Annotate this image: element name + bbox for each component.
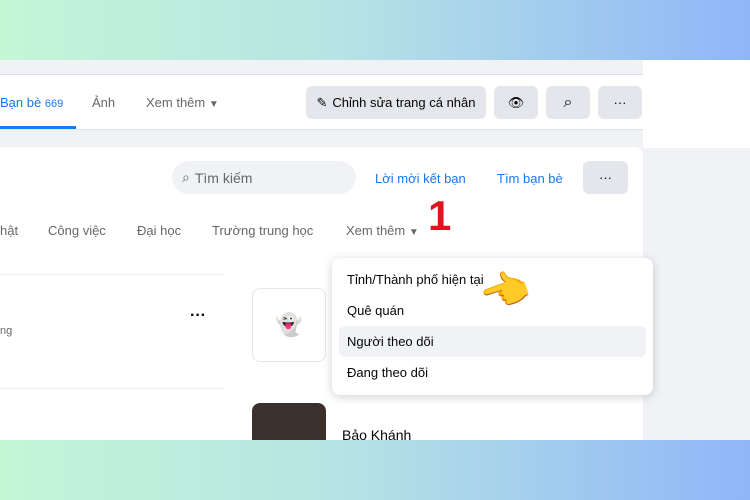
decorative-band-bottom [0,440,750,500]
tab-label: Bạn bè [0,95,42,110]
annotation-number: 1 [428,192,452,239]
caret-down-icon: ▼ [408,227,419,238]
eye-icon: 👁 [507,94,525,110]
tab-friends[interactable]: Bạn bè 669 [0,95,63,110]
decorative-band-top [0,0,750,60]
filter-tab[interactable]: Công việc [48,223,106,238]
profile-tab-bar: Bạn bè 669 Ảnh Xem thêm ▼ ✎ Chỉnh sửa tra… [0,74,643,130]
active-tab-indicator [0,126,76,129]
dropdown-item-followers[interactable]: Người theo dõi [339,326,646,357]
dropdown-item-following[interactable]: Đang theo dõi [339,357,646,388]
card-more-button[interactable]: ··· [583,161,628,194]
tab-more[interactable]: Xem thêm ▼ [146,95,219,110]
caret-down-icon: ▼ [208,99,219,110]
filter-label: Xem thêm [346,223,406,238]
more-options-button[interactable]: ··· [598,86,642,119]
filter-more[interactable]: Xem thêm ▼ [346,223,419,238]
filter-tab[interactable]: hật [0,223,18,238]
view-as-button[interactable]: 👁 [494,86,538,119]
tab-photos[interactable]: Ảnh [92,95,115,110]
friend-name[interactable]: Bảo Khánh [342,427,411,440]
more-icon: ··· [613,95,627,110]
search-placeholder: Tìm kiếm [194,169,253,186]
friend-requests-link[interactable]: Lời mời kết bạn [375,171,466,186]
pencil-icon: ✎ [316,94,328,110]
more-icon: ··· [599,170,612,185]
search-icon: ⌕ [563,93,573,111]
filter-tab[interactable]: Đại học [137,223,181,238]
friend-more-icon[interactable]: ··· [190,307,206,325]
edit-profile-button[interactable]: ✎ Chỉnh sửa trang cá nhân [306,86,486,119]
tab-label: Xem thêm [146,95,206,110]
button-label: Chỉnh sửa trang cá nhân [332,95,476,110]
friends-count: 669 [44,98,64,110]
background [643,60,750,148]
find-friends-link[interactable]: Tìm bạn bè [497,171,563,186]
filter-tab[interactable]: Trường trung học [212,223,313,238]
friend-subtext: ng [0,325,13,337]
search-icon: ⌕ [182,169,190,185]
divider [0,388,225,389]
search-button[interactable]: ⌕ [546,86,590,119]
friends-search-input[interactable]: ⌕ Tìm kiếm [172,161,356,194]
friend-list-item[interactable]: ng ··· [0,274,225,440]
friend-avatar[interactable] [252,403,326,440]
facebook-profile-view: Bạn bè 669 Ảnh Xem thêm ▼ ✎ Chỉnh sửa tra… [0,60,750,440]
friend-avatar[interactable]: 👻 [252,288,326,362]
